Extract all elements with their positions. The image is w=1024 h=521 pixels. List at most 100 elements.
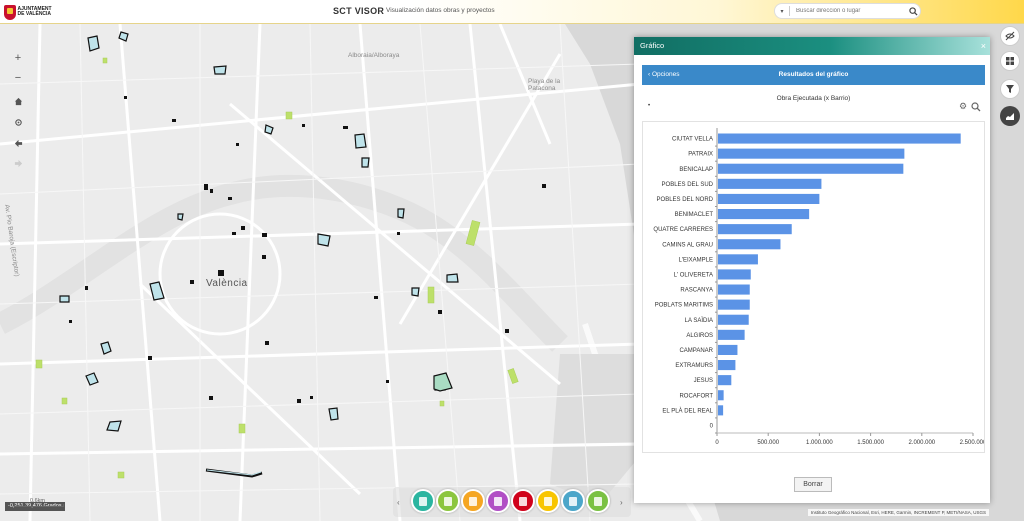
locate-button[interactable]	[10, 114, 26, 130]
scale-bar: 0,6km	[14, 498, 64, 507]
clear-button[interactable]: Borrar	[794, 477, 832, 492]
category-label: 0	[710, 423, 714, 429]
grid-icon	[1006, 57, 1014, 65]
bar	[718, 269, 751, 280]
bar	[718, 178, 822, 189]
x-tick-label: 500.000	[757, 440, 779, 446]
layers-icon	[444, 496, 452, 506]
category-label: POBLES DEL SUD	[662, 182, 714, 188]
zoom-chart-icon[interactable]	[971, 102, 981, 112]
arrow-left-icon	[14, 139, 22, 147]
bar	[718, 148, 905, 159]
category-label: POBLES DEL NORD	[657, 197, 714, 203]
printer-icon	[594, 496, 602, 506]
coat-of-arms-icon	[4, 4, 16, 20]
list-icon	[419, 496, 427, 506]
toolbar-next-icon[interactable]: ›	[620, 498, 623, 507]
bar	[718, 329, 745, 340]
chart-icon	[1006, 113, 1014, 120]
document-icon	[544, 496, 552, 506]
tool-pdf-button[interactable]	[511, 489, 535, 513]
zoom-out-button[interactable]: −	[10, 70, 26, 86]
forward-extent-button[interactable]	[10, 155, 26, 171]
close-icon[interactable]: ×	[981, 37, 986, 55]
results-bar: ‹ Opciones Resultados del gráfico	[642, 65, 985, 85]
print-icon	[569, 496, 577, 506]
filter-button[interactable]	[1000, 79, 1020, 99]
x-tick-label: 2.000.000	[908, 440, 935, 446]
search-icon[interactable]	[906, 4, 920, 18]
table-icon	[469, 496, 477, 506]
bar	[718, 239, 781, 250]
category-label: PATRAIX	[688, 152, 713, 158]
search-source-dropdown-icon[interactable]: ▾	[775, 8, 789, 15]
category-label: LA SAÏDIA	[685, 317, 713, 324]
app-title: SCT VISOR	[333, 6, 385, 16]
category-label: CAMPANAR	[679, 348, 713, 354]
edit-icon	[494, 496, 502, 506]
bar	[718, 314, 749, 325]
category-label: ROCAFORT	[679, 393, 713, 399]
top-bar: AJUNTAMENT DE VALÈNCIA SCT VISOR Visuali…	[0, 0, 1024, 24]
bar-chart: CIUTAT VELLA PATRAIX BENICALAP POBLES DEL S…	[653, 128, 987, 446]
tool-printer-button[interactable]	[586, 489, 610, 513]
bar	[718, 405, 724, 416]
zoom-in-button[interactable]: +	[10, 50, 26, 66]
back-extent-button[interactable]	[10, 135, 26, 151]
bar	[718, 133, 961, 144]
basemap-gallery-button[interactable]	[1000, 51, 1020, 71]
category-label: JESUS	[694, 378, 713, 384]
locate-icon	[14, 118, 22, 126]
bar	[718, 390, 724, 401]
x-tick-label: 1.500.000	[857, 440, 884, 446]
category-label: EL PLÀ DEL REAL	[662, 407, 713, 414]
x-tick-label: 1.000.000	[806, 440, 833, 446]
panel-header: Gráfico ×	[634, 37, 990, 55]
home-icon	[14, 97, 22, 105]
map-label-alboraia: Alboraia/Alboraya	[348, 52, 400, 59]
chart-area: CIUTAT VELLA PATRAIX BENICALAP POBLES DEL S…	[642, 121, 987, 453]
category-label: ALGIROS	[686, 333, 713, 339]
category-label: CIUTAT VELLA	[672, 137, 713, 143]
chart-button[interactable]	[1000, 106, 1020, 126]
category-label: BENIMACLET	[675, 212, 714, 218]
results-title: Resultados del gráfico	[778, 71, 849, 78]
category-label: L'EIXAMPLE	[679, 257, 714, 263]
category-label: QUATRE CARRERES	[653, 227, 713, 233]
bar	[718, 284, 750, 295]
tool-layers-button[interactable]	[436, 489, 460, 513]
gear-icon[interactable]: ⚙	[959, 101, 967, 112]
map-label-city: València	[206, 278, 248, 289]
pdf-icon	[519, 496, 527, 506]
eye-off-icon	[1005, 31, 1015, 41]
bottom-toolbar: ‹ ›	[393, 487, 631, 517]
tool-edit-button[interactable]	[486, 489, 510, 513]
x-tick-label: 0	[715, 440, 719, 446]
toolbar-prev-icon[interactable]: ‹	[397, 498, 400, 507]
search-input[interactable]	[790, 8, 906, 14]
category-label: L' OLIVERETA	[674, 272, 713, 278]
tool-list-button[interactable]	[411, 489, 435, 513]
ajuntament-logo[interactable]: AJUNTAMENT DE VALÈNCIA	[4, 3, 54, 21]
bar	[718, 224, 792, 235]
panel-title: Gráfico	[640, 41, 665, 50]
category-label: EXTRAMURS	[675, 363, 713, 369]
arrow-right-icon	[14, 159, 22, 167]
bar	[718, 344, 738, 355]
bar	[718, 254, 758, 265]
chart-panel: Gráfico × ‹ Opciones Resultados del gráf…	[634, 37, 990, 503]
hide-layers-button[interactable]	[1000, 26, 1020, 46]
chart-caption: Obra Ejecutada (x Barrio)	[776, 95, 851, 102]
x-tick-label: 2.500.000	[960, 440, 984, 446]
filter-icon	[1006, 85, 1014, 93]
logo-text: AJUNTAMENT DE VALÈNCIA	[17, 5, 52, 17]
scale-bar-line	[14, 504, 64, 507]
tool-print-button[interactable]	[561, 489, 585, 513]
bar	[718, 360, 736, 371]
tool-table-button[interactable]	[461, 489, 485, 513]
tool-document-button[interactable]	[536, 489, 560, 513]
map-attribution: Instituto Geográfico Nacional, Esri, HER…	[807, 509, 989, 516]
map-label-playa: Playa de la Patacona	[528, 78, 561, 92]
category-label: RASCANYA	[680, 288, 713, 294]
home-button[interactable]	[10, 93, 26, 109]
